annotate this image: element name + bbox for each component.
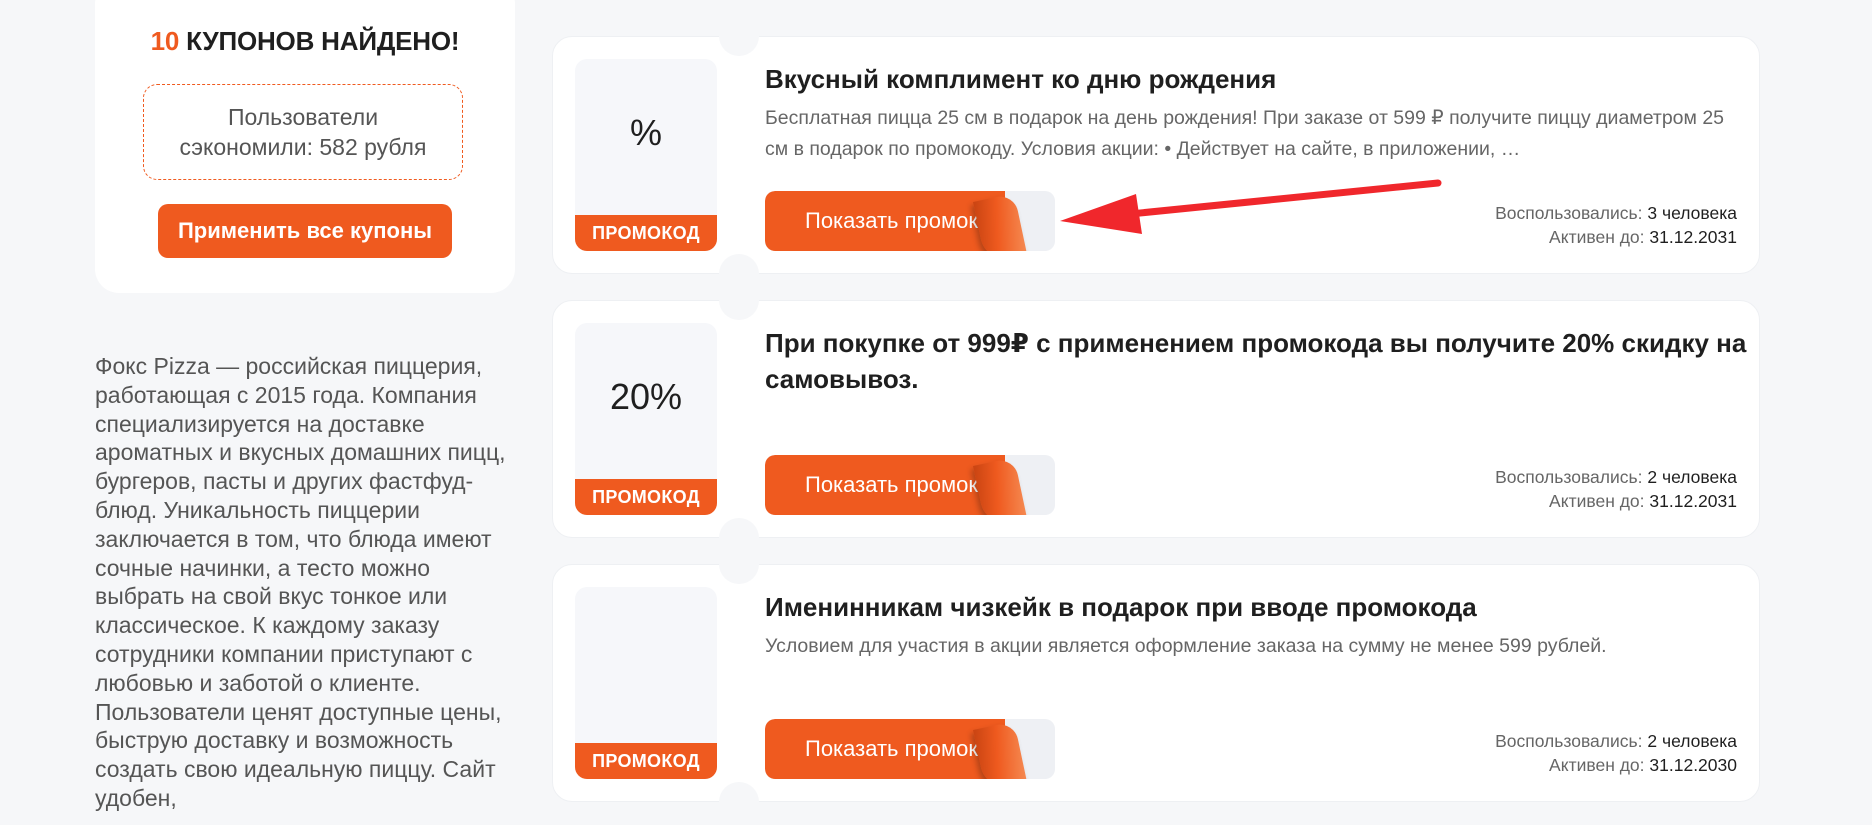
coupon-badge-value: 20% [609, 376, 683, 417]
active-until-label: Активен до: [1549, 227, 1645, 247]
coupons-summary-card: 10 КУПОНОВ НАЙДЕНО! Пользователи сэконом… [95, 0, 515, 293]
used-label: Воспользовались: [1495, 467, 1643, 487]
coupon-card: ПРОМОКОД Именинникам чизкейк в подарок п… [552, 544, 1760, 822]
active-until-label: Активен до: [1549, 755, 1645, 775]
coupon-stats: Воспользовались: 2 человека Активен до: … [1495, 729, 1737, 777]
coupon-description: Бесплатная пицца 25 см в подарок на день… [765, 107, 1725, 160]
ticket-notch [719, 544, 759, 584]
coupon-badge-value [575, 631, 717, 691]
active-until-value: 31.12.2030 [1649, 755, 1737, 775]
peel-corner-icon [973, 193, 1027, 251]
ticket-notch [719, 280, 759, 320]
show-promo-code-label: Показать промокод [765, 719, 1005, 779]
coupons-count: 10 [150, 26, 180, 56]
peel-corner-icon [973, 721, 1027, 779]
show-promo-code-label: Показать промокод [765, 455, 1005, 515]
active-until-value: 31.12.2031 [1649, 491, 1737, 511]
show-promo-code-button[interactable]: Показать промокод [765, 719, 1055, 779]
coupons-found-text: КУПОНОВ НАЙДЕНО! [179, 26, 460, 56]
apply-all-coupons-button[interactable]: Применить все купоны [158, 204, 452, 258]
coupon-card: 20% ПРОМОКОД При покупке от 999₽ с приме… [552, 280, 1760, 558]
show-promo-code-label: Показать промокод [765, 191, 1005, 251]
savings-text: Пользователи сэкономили: 582 рубля [179, 104, 427, 160]
active-until-value: 31.12.2031 [1649, 227, 1737, 247]
coupon-stats: Воспользовались: 3 человека Активен до: … [1495, 201, 1737, 249]
coupons-found-heading: 10 КУПОНОВ НАЙДЕНО! [95, 26, 515, 57]
annotation-arrow-shaft [1126, 179, 1442, 218]
coupon-badge: % ПРОМОКОД [575, 59, 717, 251]
show-promo-code-button[interactable]: Показать промокод [765, 455, 1055, 515]
savings-box: Пользователи сэкономили: 582 рубля [143, 84, 463, 180]
coupon-description: Условием для участия в акции является оф… [765, 635, 1607, 657]
coupon-type-label: ПРОМОКОД [575, 479, 717, 515]
coupon-type-label: ПРОМОКОД [575, 215, 717, 251]
used-value: 2 человека [1647, 467, 1737, 487]
active-until-label: Активен до: [1549, 491, 1645, 511]
coupon-title[interactable]: При покупке от 999₽ с применением промок… [765, 325, 1765, 397]
peel-corner-icon [973, 457, 1027, 515]
coupon-title[interactable]: Вкусный комплимент ко дню рождения [765, 61, 1725, 97]
annotation-arrow-head [1060, 194, 1142, 234]
used-label: Воспользовались: [1495, 731, 1643, 751]
coupon-badge: ПРОМОКОД [575, 587, 717, 779]
used-label: Воспользовались: [1495, 203, 1643, 223]
coupon-stats: Воспользовались: 2 человека Активен до: … [1495, 465, 1737, 513]
ticket-notch [719, 16, 759, 56]
coupon-type-label: ПРОМОКОД [575, 743, 717, 779]
used-value: 3 человека [1647, 203, 1737, 223]
used-value: 2 человека [1647, 731, 1737, 751]
ticket-notch [719, 782, 759, 822]
store-description: Фокс Pizza — российская пиццерия, работа… [95, 353, 506, 811]
coupon-title[interactable]: Именинникам чизкейк в подарок при вводе … [765, 589, 1725, 625]
coupon-badge-value: % [629, 112, 662, 153]
coupon-badge: 20% ПРОМОКОД [575, 323, 717, 515]
annotation-arrow-icon [1060, 179, 1442, 234]
show-promo-code-button[interactable]: Показать промокод [765, 191, 1055, 251]
